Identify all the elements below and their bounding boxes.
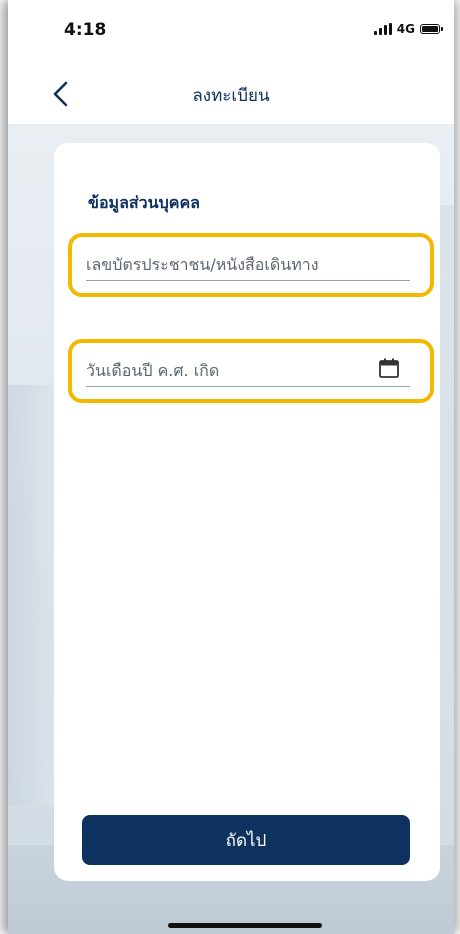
page-title: ลงทะเบียน: [192, 86, 270, 106]
network-label: 4G: [396, 22, 415, 36]
screen: 4:18 4G ลงทะเบียน ข้อมูลส่วนบุคคล เลขบัต…: [0, 0, 460, 934]
id-passport-field[interactable]: เลขบัตรประชาชน/หนังสือเดินทาง: [68, 233, 434, 297]
navigation-bar: ลงทะเบียน: [8, 64, 454, 125]
status-time: 4:18: [64, 20, 107, 40]
calendar-icon[interactable]: [378, 357, 400, 379]
next-button[interactable]: ถัดไป: [82, 815, 410, 865]
date-of-birth-field[interactable]: วันเดือนปี ค.ศ. เกิด: [68, 339, 434, 403]
field-underline: [86, 386, 410, 387]
field-underline: [86, 280, 410, 281]
form-card: ข้อมูลส่วนบุคคล เลขบัตรประชาชน/หนังสือเด…: [54, 143, 440, 881]
id-passport-placeholder: เลขบัตรประชาชน/หนังสือเดินทาง: [86, 255, 319, 274]
signal-icon: [373, 23, 392, 35]
home-indicator: [168, 923, 322, 928]
battery-icon: [420, 24, 443, 34]
status-indicators: 4G: [373, 22, 443, 36]
phone-frame: 4:18 4G ลงทะเบียน ข้อมูลส่วนบุคคล เลขบัต…: [8, 0, 454, 934]
section-title: ข้อมูลส่วนบุคคล: [88, 193, 200, 212]
date-of-birth-placeholder: วันเดือนปี ค.ศ. เกิด: [86, 361, 220, 380]
status-bar: 4:18 4G: [8, 0, 454, 64]
